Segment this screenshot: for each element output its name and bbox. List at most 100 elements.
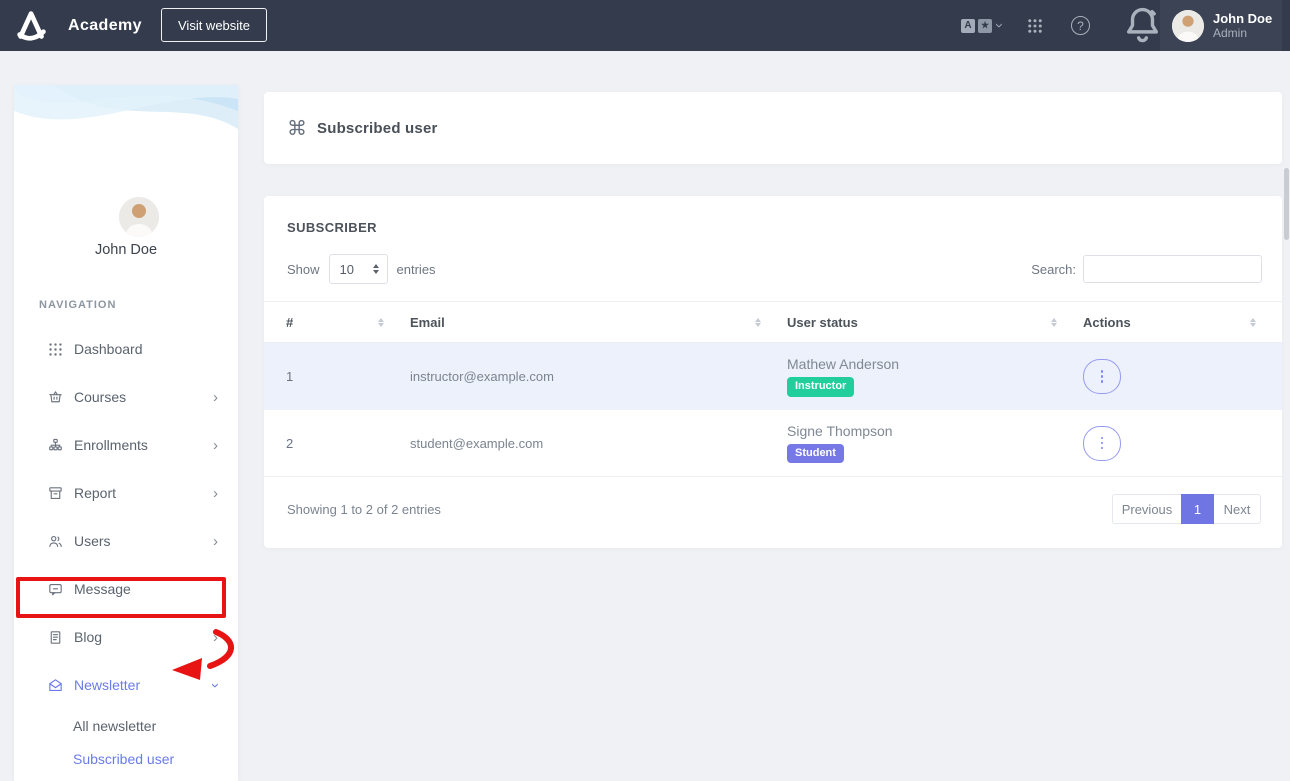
language-switcher[interactable]: A ★ › bbox=[961, 0, 1002, 51]
apps-menu-button[interactable] bbox=[1026, 0, 1044, 51]
sort-icon[interactable] bbox=[1051, 318, 1057, 327]
help-icon: ? bbox=[1071, 16, 1090, 35]
row-actions-button[interactable] bbox=[1083, 359, 1121, 394]
chat-icon bbox=[47, 581, 64, 598]
scrollbar-thumb[interactable] bbox=[1284, 168, 1289, 240]
sort-icon[interactable] bbox=[1250, 318, 1256, 327]
status-badge: Student bbox=[787, 444, 844, 463]
envelope-icon bbox=[47, 677, 64, 694]
vertical-dots-icon bbox=[1101, 437, 1104, 450]
sidebar-item-report[interactable]: Report › bbox=[14, 469, 238, 517]
profile-name: John Doe bbox=[14, 242, 238, 258]
sidebar-item-label: Blog bbox=[74, 629, 102, 645]
page-size-select[interactable]: 10 bbox=[329, 254, 388, 284]
sidebar-subitem-label: All newsletter bbox=[73, 718, 156, 734]
row-number: 2 bbox=[286, 436, 410, 451]
table-controls: Show 10 entries Search: bbox=[287, 254, 1262, 284]
visit-website-button[interactable]: Visit website bbox=[161, 8, 267, 42]
chevron-right-icon: › bbox=[213, 630, 218, 645]
basket-icon bbox=[47, 389, 64, 406]
row-user-status: Mathew Anderson Instructor bbox=[787, 356, 1083, 396]
chevron-right-icon: › bbox=[213, 438, 218, 453]
sidebar: John Doe NAVIGATION Dashboard Courses › bbox=[14, 85, 238, 781]
translate-icon-2: ★ bbox=[978, 19, 992, 33]
top-header: Academy Visit website A ★ › ? bbox=[0, 0, 1290, 51]
sidebar-item-label: Users bbox=[74, 533, 111, 549]
translate-icon: A bbox=[961, 19, 975, 33]
page-title: Subscribed user bbox=[317, 120, 438, 137]
sidebar-item-label: Courses bbox=[74, 389, 126, 405]
sidebar-item-addons[interactable]: Addons bbox=[14, 775, 238, 781]
chevron-right-icon: › bbox=[213, 486, 218, 501]
sidebar-item-dashboard[interactable]: Dashboard bbox=[14, 325, 238, 373]
user-fullname: Signe Thompson bbox=[787, 423, 893, 439]
profile-avatar bbox=[119, 197, 159, 237]
user-role: Admin bbox=[1213, 26, 1272, 40]
column-header-actions[interactable]: Actions bbox=[1083, 302, 1262, 342]
pagination-previous-button[interactable]: Previous bbox=[1112, 494, 1182, 524]
grid-dots-icon bbox=[47, 341, 64, 358]
academy-logo[interactable] bbox=[10, 4, 54, 47]
entries-label: entries bbox=[397, 262, 436, 277]
apps-grid-icon bbox=[1026, 17, 1044, 35]
table-summary: Showing 1 to 2 of 2 entries bbox=[287, 502, 441, 517]
page-title-card: ⌘ Subscribed user bbox=[264, 92, 1282, 164]
search-input[interactable] bbox=[1083, 255, 1262, 283]
select-arrows-icon bbox=[373, 264, 379, 274]
subscriber-card: SUBSCRIBER Show 10 entries Search: # Ema… bbox=[264, 196, 1282, 548]
row-actions bbox=[1083, 426, 1262, 461]
sidebar-item-enrollments[interactable]: Enrollments › bbox=[14, 421, 238, 469]
sitemap-icon bbox=[47, 437, 64, 454]
sort-icon[interactable] bbox=[378, 318, 384, 327]
page-size-value: 10 bbox=[340, 262, 354, 277]
brand-title: Academy bbox=[68, 0, 142, 51]
panel-title: SUBSCRIBER bbox=[287, 220, 377, 235]
column-header-num[interactable]: # bbox=[286, 302, 410, 342]
sidebar-item-users[interactable]: Users › bbox=[14, 517, 238, 565]
sidebar-item-label: Report bbox=[74, 485, 116, 501]
sidebar-item-newsletter[interactable]: Newsletter › bbox=[14, 661, 238, 709]
sidebar-subitem-label: Subscribed user bbox=[73, 751, 174, 767]
table-header-row: # Email User status Actions bbox=[264, 301, 1282, 343]
row-actions bbox=[1083, 359, 1262, 394]
sort-icon[interactable] bbox=[755, 318, 761, 327]
sidebar-item-courses[interactable]: Courses › bbox=[14, 373, 238, 421]
users-icon bbox=[47, 533, 64, 550]
chevron-down-icon: › bbox=[992, 23, 1007, 28]
user-fullname: Mathew Anderson bbox=[787, 356, 899, 372]
command-icon: ⌘ bbox=[287, 116, 307, 141]
sidebar-subitem-all-newsletter[interactable]: All newsletter bbox=[14, 709, 238, 742]
column-header-email[interactable]: Email bbox=[410, 302, 787, 342]
sidebar-item-message[interactable]: Message bbox=[14, 565, 238, 613]
show-label: Show bbox=[287, 262, 320, 277]
row-email: student@example.com bbox=[410, 436, 787, 451]
logo-a-icon bbox=[13, 7, 51, 45]
help-button[interactable]: ? bbox=[1071, 0, 1090, 51]
sidebar-item-label: Enrollments bbox=[74, 437, 148, 453]
pagination-page-1-button[interactable]: 1 bbox=[1181, 494, 1214, 524]
sidebar-item-label: Newsletter bbox=[74, 677, 140, 693]
sidebar-nav: Dashboard Courses › Enrollments › bbox=[14, 325, 238, 781]
row-number: 1 bbox=[286, 369, 410, 384]
avatar bbox=[1172, 10, 1204, 42]
table-row: 2 student@example.com Signe Thompson Stu… bbox=[264, 410, 1282, 477]
column-header-user-status[interactable]: User status bbox=[787, 302, 1083, 342]
navigation-section-label: NAVIGATION bbox=[39, 299, 116, 311]
chevron-right-icon: › bbox=[213, 534, 218, 549]
sidebar-item-label: Message bbox=[74, 581, 131, 597]
app-root: Academy Visit website A ★ › ? bbox=[0, 0, 1290, 781]
user-menu[interactable]: John Doe Admin bbox=[1160, 0, 1282, 51]
pagination-next-button[interactable]: Next bbox=[1213, 494, 1261, 524]
sidebar-item-blog[interactable]: Blog › bbox=[14, 613, 238, 661]
chevron-right-icon: › bbox=[213, 390, 218, 405]
wave-decoration bbox=[14, 85, 238, 157]
status-badge: Instructor bbox=[787, 377, 854, 396]
document-icon bbox=[47, 629, 64, 646]
archive-icon bbox=[47, 485, 64, 502]
search-label: Search: bbox=[1031, 262, 1076, 277]
row-actions-button[interactable] bbox=[1083, 426, 1121, 461]
sidebar-subitem-subscribed-user[interactable]: Subscribed user bbox=[14, 742, 238, 775]
table-row: 1 instructor@example.com Mathew Anderson… bbox=[264, 343, 1282, 410]
chevron-down-icon: › bbox=[208, 683, 223, 688]
sidebar-item-label: Dashboard bbox=[74, 341, 143, 357]
